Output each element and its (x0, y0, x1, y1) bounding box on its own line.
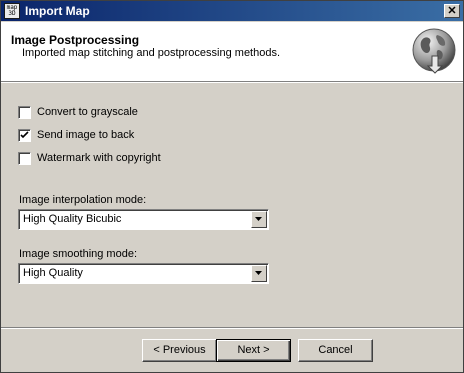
page-subtitle: Imported map stitching and postprocessin… (22, 47, 281, 59)
watermark-label: Watermark with copyright (37, 152, 161, 164)
import-map-dialog: map 3D Import Map ✕ Image Postprocessing … (0, 0, 464, 373)
header-separator (1, 81, 463, 83)
interpolation-value: High Quality Bicubic (23, 213, 122, 225)
send-to-back-label: Send image to back (37, 129, 135, 141)
smoothing-select[interactable]: High Quality (18, 263, 269, 284)
page-title: Image Postprocessing (11, 33, 140, 47)
footer-separator (1, 327, 463, 329)
globe-download-icon (412, 28, 456, 74)
send-to-back-checkbox[interactable] (18, 129, 31, 142)
chevron-down-icon (255, 271, 262, 275)
smoothing-dropdown-button[interactable] (251, 265, 267, 282)
interpolation-label: Image interpolation mode: (19, 194, 147, 206)
app-map3d-icon: map 3D (4, 3, 20, 19)
convert-grayscale-checkbox[interactable] (18, 106, 31, 119)
close-button[interactable]: ✕ (444, 4, 460, 18)
interpolation-select[interactable]: High Quality Bicubic (18, 209, 269, 230)
previous-button[interactable]: < Previous (142, 339, 217, 362)
smoothing-value: High Quality (23, 267, 83, 279)
next-button[interactable]: Next > (216, 339, 291, 362)
checkmark-icon (20, 131, 29, 139)
chevron-down-icon (255, 217, 262, 221)
interpolation-dropdown-button[interactable] (251, 211, 267, 228)
close-icon: ✕ (447, 5, 457, 17)
watermark-checkbox[interactable] (18, 152, 31, 165)
title-bar[interactable]: map 3D Import Map ✕ (1, 1, 463, 21)
window-title: Import Map (25, 4, 90, 18)
smoothing-label: Image smoothing mode: (19, 248, 138, 260)
convert-grayscale-label: Convert to grayscale (37, 106, 138, 118)
cancel-button[interactable]: Cancel (298, 339, 373, 362)
wizard-header: Image Postprocessing Imported map stitch… (1, 22, 463, 81)
